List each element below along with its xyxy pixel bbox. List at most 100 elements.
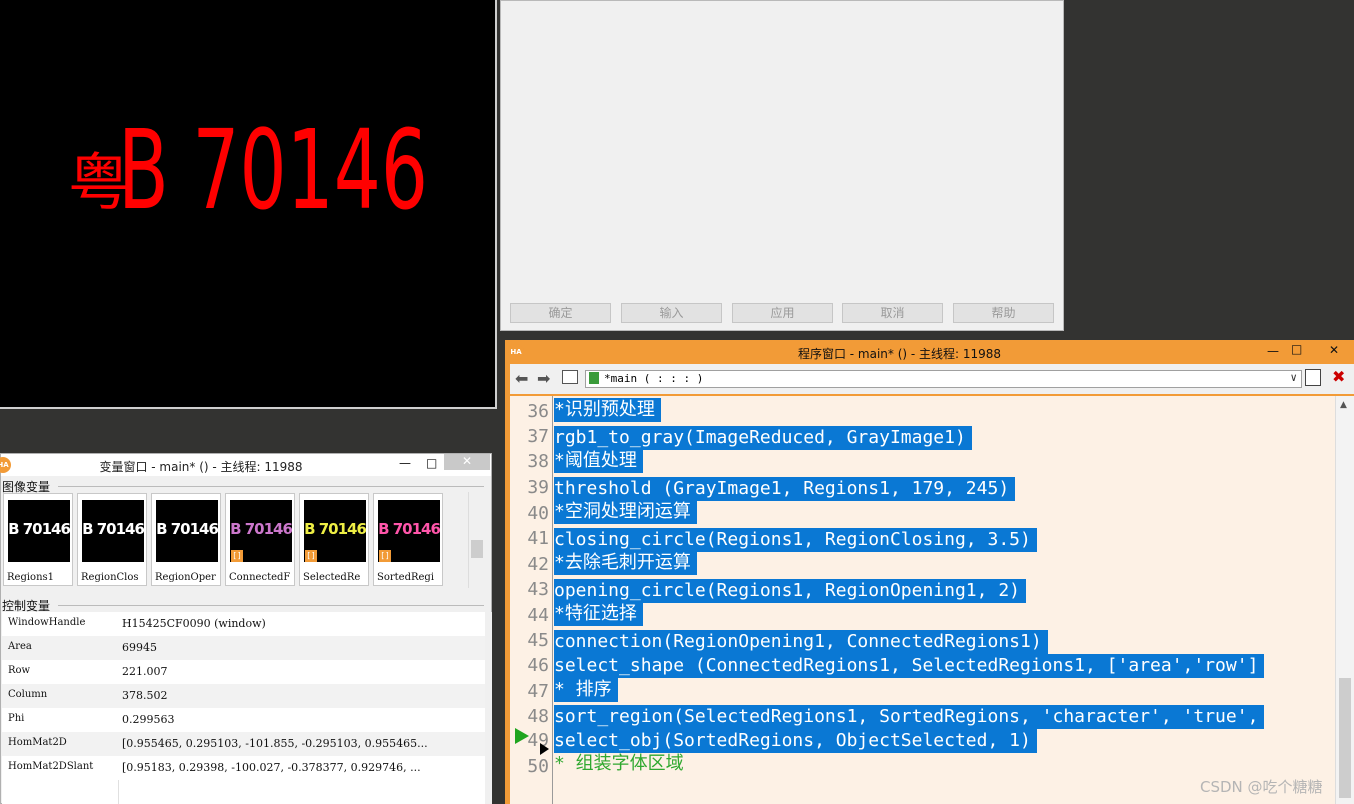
code-line[interactable]: *特征选择 [554,602,643,626]
code-line[interactable]: *去除毛刺开运算 [554,551,697,575]
scrollbar-thumb[interactable] [1339,678,1351,798]
code-line[interactable]: closing_circle(Regions1, RegionClosing, … [554,528,1037,552]
line-number: 38 [527,451,549,472]
var-name: HomMat2DSlant [8,761,94,772]
table-row[interactable]: Area 69945 [2,636,485,660]
line-number: 40 [527,503,549,524]
section-divider [58,605,484,606]
table-row[interactable]: HomMat2D [0.955465, 0.295103, -101.855, -… [2,732,485,756]
table-row[interactable]: WindowHandle H15425CF0090 (window) [2,612,485,636]
thumb-regionclosing[interactable]: B 70146 RegionClos [77,493,147,586]
var-name: Area [8,641,32,652]
table-row[interactable]: HomMat2DSlant [0.95183, 0.29398, -100.027… [2,756,485,780]
var-value: [0.95183, 0.29398, -100.027, -0.378377, … [122,761,421,774]
scroll-up-icon[interactable]: ▲ [1340,400,1347,410]
procedure-settings-icon[interactable] [1305,369,1321,386]
program-window-title: 程序窗口 - main* () - 主线程: 11988 [797,347,1002,361]
var-name: Column [8,689,48,700]
control-variables-table: WindowHandle H15425CF0090 (window) Area 69… [2,612,485,804]
thumb-plate-text: B 70146 [230,520,292,538]
code-editor[interactable]: 36 37 38 39 40 41 42 43 44 45 46 47 48 4… [510,396,1354,804]
scrollbar-thumb[interactable] [471,540,483,558]
program-counter-arrow-icon[interactable] [515,728,529,744]
thumb-connectedregions[interactable]: B 70146 [] ConnectedF [225,493,295,586]
code-vertical-scrollbar[interactable]: ▲ [1335,396,1354,804]
line-number: 39 [527,477,549,498]
graphics-window[interactable]: 粤 B 70146 [0,0,497,409]
line-number: 36 [527,401,549,422]
chevron-down-icon: ∨ [1290,371,1297,384]
line-number: 42 [527,554,549,575]
thumb-plate-text: B 70146 [156,520,218,538]
var-value: 221.007 [122,665,168,678]
line-number-gutter: 36 37 38 39 40 41 42 43 44 45 46 47 48 4… [510,396,553,804]
program-window: HA 程序窗口 - main* () - 主线程: 11988 — □ ✕ ⬅ … [505,340,1354,804]
thumb-sortedregions[interactable]: B 70146 [] SortedRegi [373,493,443,586]
code-line[interactable]: *阈值处理 [554,449,643,473]
thumb-image: B 70146 [156,500,218,562]
thumb-caption: RegionOper [155,572,216,583]
procedure-select[interactable]: *main ( : : : ) ∨ [585,370,1302,388]
cancel-button[interactable]: 取消 [842,303,943,323]
code-line[interactable]: * 排序 [554,678,618,702]
code-line[interactable]: threshold (GrayImage1, Regions1, 179, 24… [554,477,1016,501]
parameter-dialog: 确定 输入 应用 取消 帮助 [500,0,1064,331]
table-row[interactable]: Column 378.502 [2,684,485,708]
var-name: HomMat2D [8,737,67,748]
thumb-plate-text: B 70146 [378,520,440,538]
thumb-scrollbar[interactable] [468,492,485,588]
tuple-badge-icon: [] [379,550,391,562]
thumb-regionopening[interactable]: B 70146 RegionOper [151,493,221,586]
line-number: 47 [527,681,549,702]
delete-procedure-icon[interactable]: ✖ [1332,367,1345,386]
program-window-titlebar[interactable]: HA 程序窗口 - main* () - 主线程: 11988 — □ ✕ [505,340,1354,364]
code-line[interactable]: *空洞处理闭运算 [554,500,697,524]
insert-cursor-icon[interactable] [540,743,549,755]
help-button[interactable]: 帮助 [953,303,1054,323]
procedure-list-icon[interactable] [562,370,578,384]
var-name: WindowHandle [8,617,86,628]
code-line[interactable]: *识别预处理 [554,398,661,422]
code-line[interactable]: connection(RegionOpening1, ConnectedRegi… [554,630,1048,654]
minimize-icon[interactable]: — [1267,344,1279,358]
thumb-caption: SelectedRe [303,572,361,583]
ok-button[interactable]: 确定 [510,303,611,323]
tuple-badge-icon: [] [305,550,317,562]
line-number: 37 [527,426,549,447]
line-number: 43 [527,579,549,600]
code-line[interactable]: rgb1_to_gray(ImageReduced, GrayImage1) [554,426,972,450]
line-number: 46 [527,655,549,676]
input-button[interactable]: 输入 [621,303,722,323]
var-value: H15425CF0090 (window) [122,617,266,630]
thumb-caption: SortedRegi [377,572,435,583]
watermark: CSDN @吃个糖糖 [1200,778,1323,796]
close-icon[interactable]: ✕ [1329,343,1339,357]
back-arrow-icon[interactable]: ⬅ [515,369,528,388]
thumb-plate-text: B 70146 [82,520,144,538]
var-value: 378.502 [122,689,168,702]
table-row[interactable]: Phi 0.299563 [2,708,485,732]
thumb-plate-text: B 70146 [8,520,70,538]
var-name: Row [8,665,31,676]
code-line[interactable]: select_shape (ConnectedRegions1, Selecte… [554,654,1265,678]
procedure-icon [589,372,599,384]
thumb-regions1[interactable]: B 70146 Regions1 [3,493,73,586]
variable-window-title: 变量窗口 - main* () - 主线程: 11988 [99,460,303,474]
minimize-icon[interactable]: — [399,456,411,470]
code-line[interactable]: sort_region(SelectedRegions1, SortedRegi… [554,705,1265,729]
maximize-icon[interactable]: □ [1291,342,1302,356]
license-plate-region: 粤 B 70146 [68,106,428,230]
code-line[interactable]: opening_circle(Regions1, RegionOpening1,… [554,579,1026,603]
code-line[interactable]: select_obj(SortedRegions, ObjectSelected… [554,729,1037,753]
variable-window-titlebar[interactable]: HA 变量窗口 - main* () - 主线程: 11988 — □ ✕ [0,454,491,476]
code-comment-line[interactable]: * 组装字体区域 [554,752,684,776]
line-number: 48 [527,706,549,727]
thumb-selectedregions[interactable]: B 70146 [] SelectedRe [299,493,369,586]
var-value: 69945 [122,641,157,654]
close-icon[interactable]: ✕ [444,454,490,470]
thumb-plate-text: B 70146 [304,520,366,538]
apply-button[interactable]: 应用 [732,303,833,323]
forward-arrow-icon[interactable]: ➡ [537,369,550,388]
maximize-icon[interactable]: □ [426,456,437,470]
table-row[interactable]: Row 221.007 [2,660,485,684]
